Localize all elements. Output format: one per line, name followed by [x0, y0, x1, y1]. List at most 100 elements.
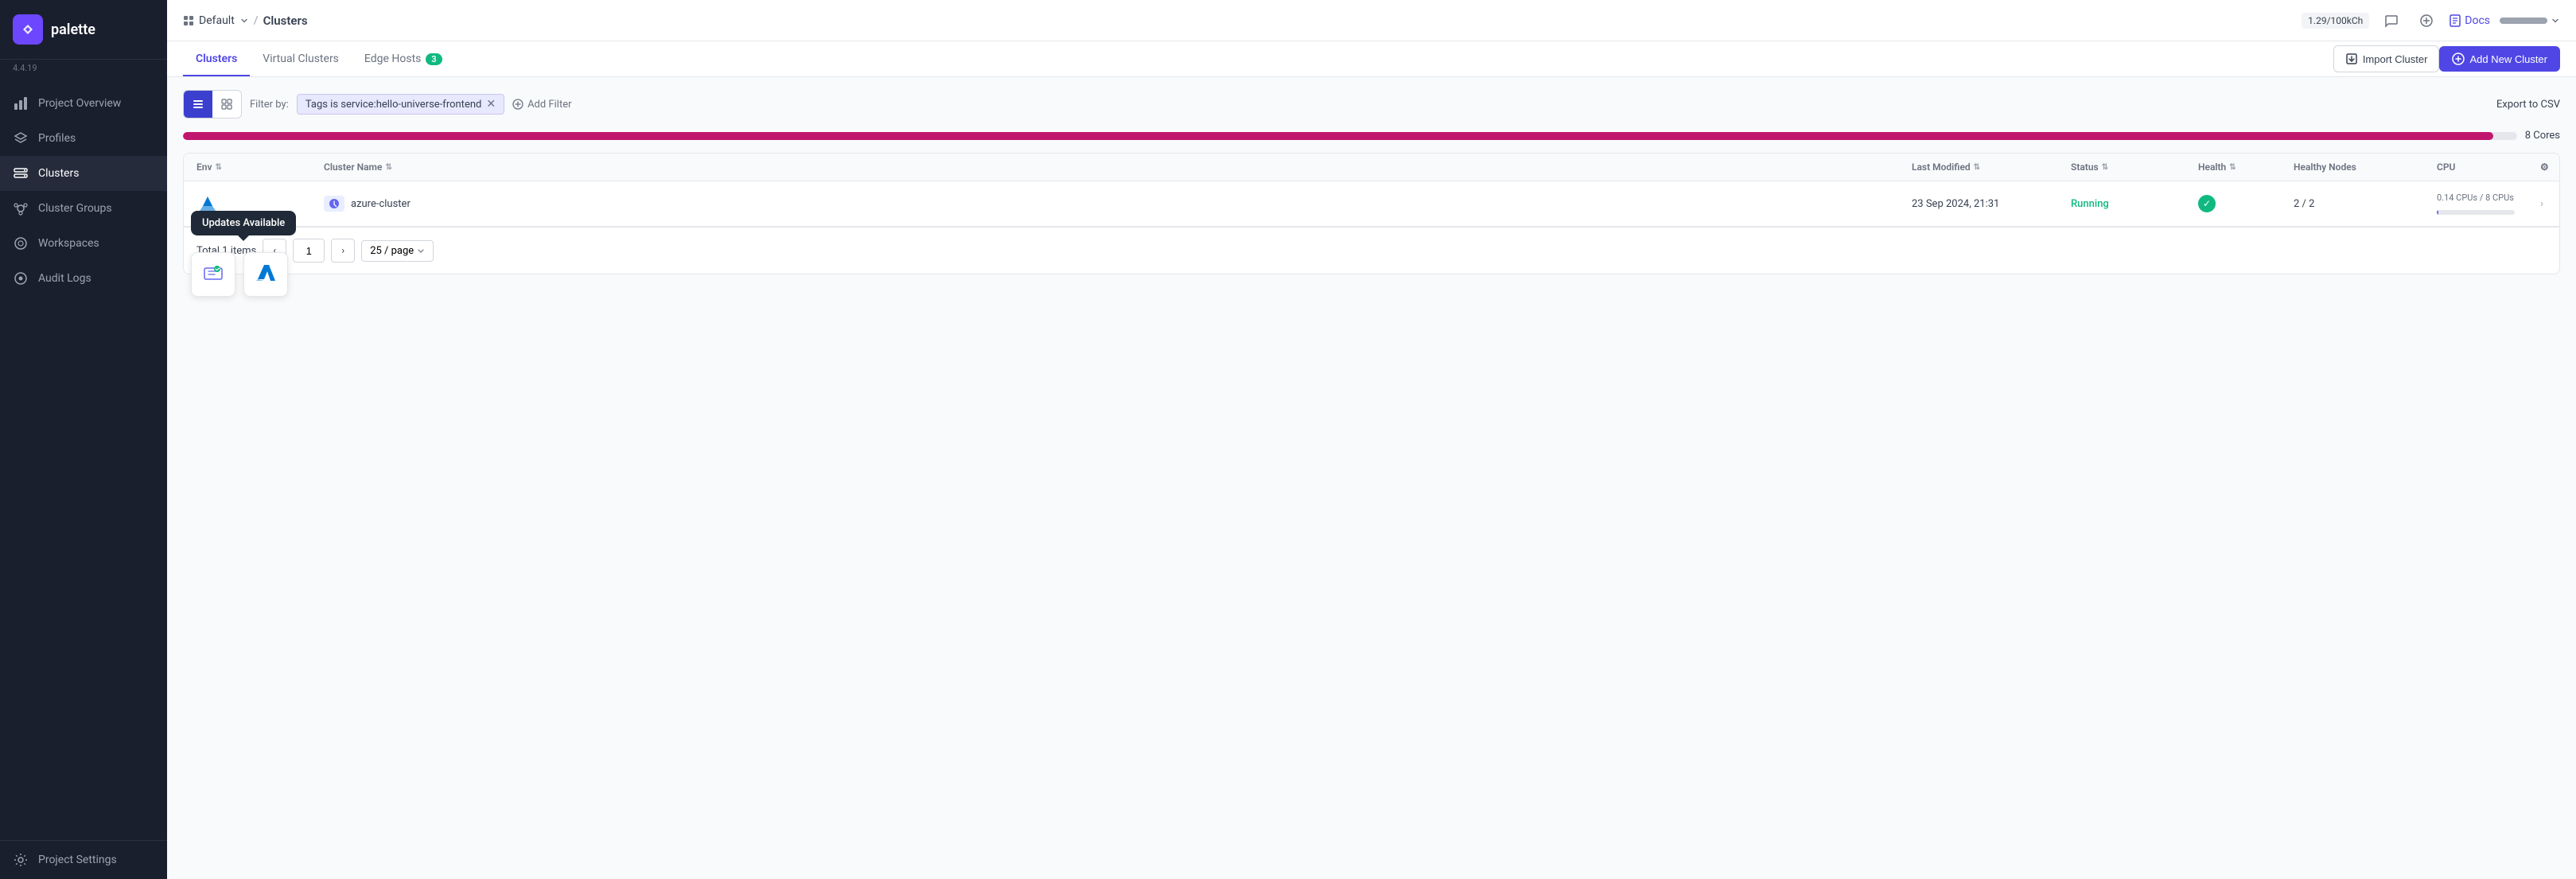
content-area: Filter by: Tags is service:hello-univers… — [167, 77, 2576, 879]
list-view-btn[interactable] — [184, 91, 212, 118]
sidebar-item-project-settings[interactable]: Project Settings — [0, 841, 167, 879]
cpu-bar-fill — [183, 132, 2493, 140]
edge-hosts-badge: 3 — [426, 53, 442, 65]
export-csv-label: Export to CSV — [2496, 99, 2560, 111]
sidebar-item-workspaces[interactable]: Workspaces — [0, 226, 167, 261]
sort-env-icon[interactable]: ⇅ — [215, 163, 221, 172]
sidebar-item-clusters[interactable]: Clusters — [0, 156, 167, 191]
update-icon — [329, 198, 340, 209]
chat-icon-btn[interactable] — [2379, 8, 2404, 33]
cpu-mini-bar-track — [2437, 210, 2515, 215]
next-page-btn[interactable]: › — [331, 239, 355, 263]
app-version: 4.4.19 — [0, 60, 167, 80]
update-badge — [324, 196, 344, 212]
user-section[interactable] — [2500, 16, 2560, 25]
layers-icon — [13, 130, 29, 146]
per-page-select[interactable]: 25 / page — [361, 240, 434, 262]
row-chevron-icon[interactable]: › — [2540, 198, 2543, 210]
settings-icon — [13, 852, 29, 868]
link-icon-btn[interactable] — [2414, 8, 2439, 33]
main-content: Default / Clusters 1.29/100kCh Docs — [167, 0, 2576, 879]
grid-icon — [183, 15, 194, 26]
tab-clusters[interactable]: Clusters — [183, 41, 250, 76]
grid-view-icon — [220, 98, 233, 111]
docs-label: Docs — [2465, 14, 2490, 27]
sort-last-modified-icon[interactable]: ⇅ — [1974, 163, 1980, 172]
cpu-bar-section: 8 Cores — [183, 130, 2560, 142]
workspace-name: Default — [199, 14, 235, 27]
table-row[interactable]: azure-cluster 23 Sep 2024, 21:31 Running… — [184, 181, 2559, 227]
azure-env-icon — [197, 195, 219, 212]
sidebar-bottom: Project Settings — [0, 840, 167, 879]
tab-clusters-label: Clusters — [196, 53, 237, 65]
th-health: Health ⇅ — [2185, 154, 2281, 181]
table-header: Env ⇅ Cluster Name ⇅ Last Modified ⇅ Sta… — [184, 154, 2559, 181]
breadcrumb-current: Clusters — [263, 14, 308, 28]
docs-link[interactable]: Docs — [2449, 14, 2490, 27]
updates-available-tooltip: Updates Available — [191, 211, 296, 235]
healthy-nodes-text: 2 / 2 — [2294, 198, 2314, 210]
th-last-modified-label: Last Modified — [1912, 161, 1971, 173]
sort-status-icon[interactable]: ⇅ — [2102, 163, 2108, 172]
filter-tag-remove-btn[interactable]: ✕ — [486, 98, 496, 111]
td-last-modified: 23 Sep 2024, 21:31 — [1899, 187, 2058, 221]
azure-icon-card[interactable] — [243, 252, 288, 297]
kch-badge: 1.29/100kCh — [2302, 13, 2369, 29]
sidebar-label-project-overview: Project Overview — [38, 97, 121, 110]
td-healthy-nodes: 2 / 2 — [2281, 187, 2424, 221]
page-number-input[interactable] — [293, 239, 325, 263]
cluster-update-icon-card[interactable] — [191, 252, 235, 297]
pagination: Total 1 items ‹ › 25 / page — [184, 227, 2559, 274]
sidebar-item-profiles[interactable]: Profiles — [0, 121, 167, 156]
link-icon — [2419, 14, 2434, 28]
th-cpu: CPU — [2424, 154, 2527, 181]
list-view-icon — [192, 98, 204, 111]
sidebar-label-profiles: Profiles — [38, 132, 76, 145]
sidebar-label-project-settings: Project Settings — [38, 854, 117, 866]
grid-view-btn[interactable] — [212, 91, 241, 118]
td-cpu: 0.14 CPUs / 8 CPUs — [2424, 181, 2527, 226]
per-page-chevron-icon — [417, 247, 425, 255]
tab-virtual-clusters[interactable]: Virtual Clusters — [250, 41, 352, 76]
workspaces-icon — [13, 235, 29, 251]
sort-health-icon[interactable]: ⇅ — [2229, 163, 2236, 172]
sidebar-logo: palette — [0, 0, 167, 60]
azure-card-icon — [254, 263, 278, 286]
filter-by-label: Filter by: — [250, 99, 289, 111]
user-avatar — [2500, 18, 2547, 24]
th-status: Status ⇅ — [2058, 154, 2185, 181]
add-filter-label: Add Filter — [527, 99, 571, 111]
tab-edge-hosts[interactable]: Edge Hosts 3 — [352, 41, 455, 76]
per-page-label: 25 / page — [370, 245, 414, 257]
sidebar-label-clusters: Clusters — [38, 167, 79, 180]
add-cluster-button[interactable]: Add New Cluster — [2439, 46, 2560, 72]
th-status-label: Status — [2071, 161, 2099, 173]
table-settings-icon[interactable]: ⚙ — [2540, 161, 2549, 173]
docs-icon — [2449, 14, 2461, 27]
sort-cluster-name-icon[interactable]: ⇅ — [385, 163, 391, 172]
view-toggle — [183, 90, 242, 119]
cluster-name-text: azure-cluster — [351, 198, 411, 210]
health-ok-icon: ✓ — [2198, 195, 2216, 212]
filter-bar: Filter by: Tags is service:hello-univers… — [183, 90, 2560, 119]
th-settings: ⚙ — [2527, 154, 2559, 181]
import-cluster-button[interactable]: Import Cluster — [2333, 45, 2440, 72]
filter-tag: Tags is service:hello-universe-frontend … — [297, 94, 504, 115]
th-health-label: Health — [2198, 161, 2226, 173]
breadcrumb-workspace[interactable]: Default — [183, 14, 249, 27]
tab-bar: Clusters Virtual Clusters Edge Hosts 3 I… — [167, 41, 2576, 77]
sidebar-item-cluster-groups[interactable]: Cluster Groups — [0, 191, 167, 226]
last-modified-text: 23 Sep 2024, 21:31 — [1912, 198, 1999, 210]
import-cluster-label: Import Cluster — [2363, 53, 2428, 65]
td-arrow[interactable]: › — [2527, 187, 2559, 221]
sidebar-item-project-overview[interactable]: Project Overview — [0, 86, 167, 121]
add-filter-button[interactable]: Add Filter — [512, 99, 571, 111]
import-icon — [2345, 53, 2358, 65]
sidebar-item-audit-logs[interactable]: Audit Logs — [0, 261, 167, 296]
cluster-table: Env ⇅ Cluster Name ⇅ Last Modified ⇅ Sta… — [183, 153, 2560, 274]
td-status: Running — [2058, 187, 2185, 221]
add-cluster-icon — [2452, 53, 2465, 65]
user-chevron-icon — [2551, 16, 2560, 25]
export-csv-button[interactable]: Export to CSV — [2496, 99, 2560, 111]
th-cluster-name: Cluster Name ⇅ — [311, 154, 1899, 181]
